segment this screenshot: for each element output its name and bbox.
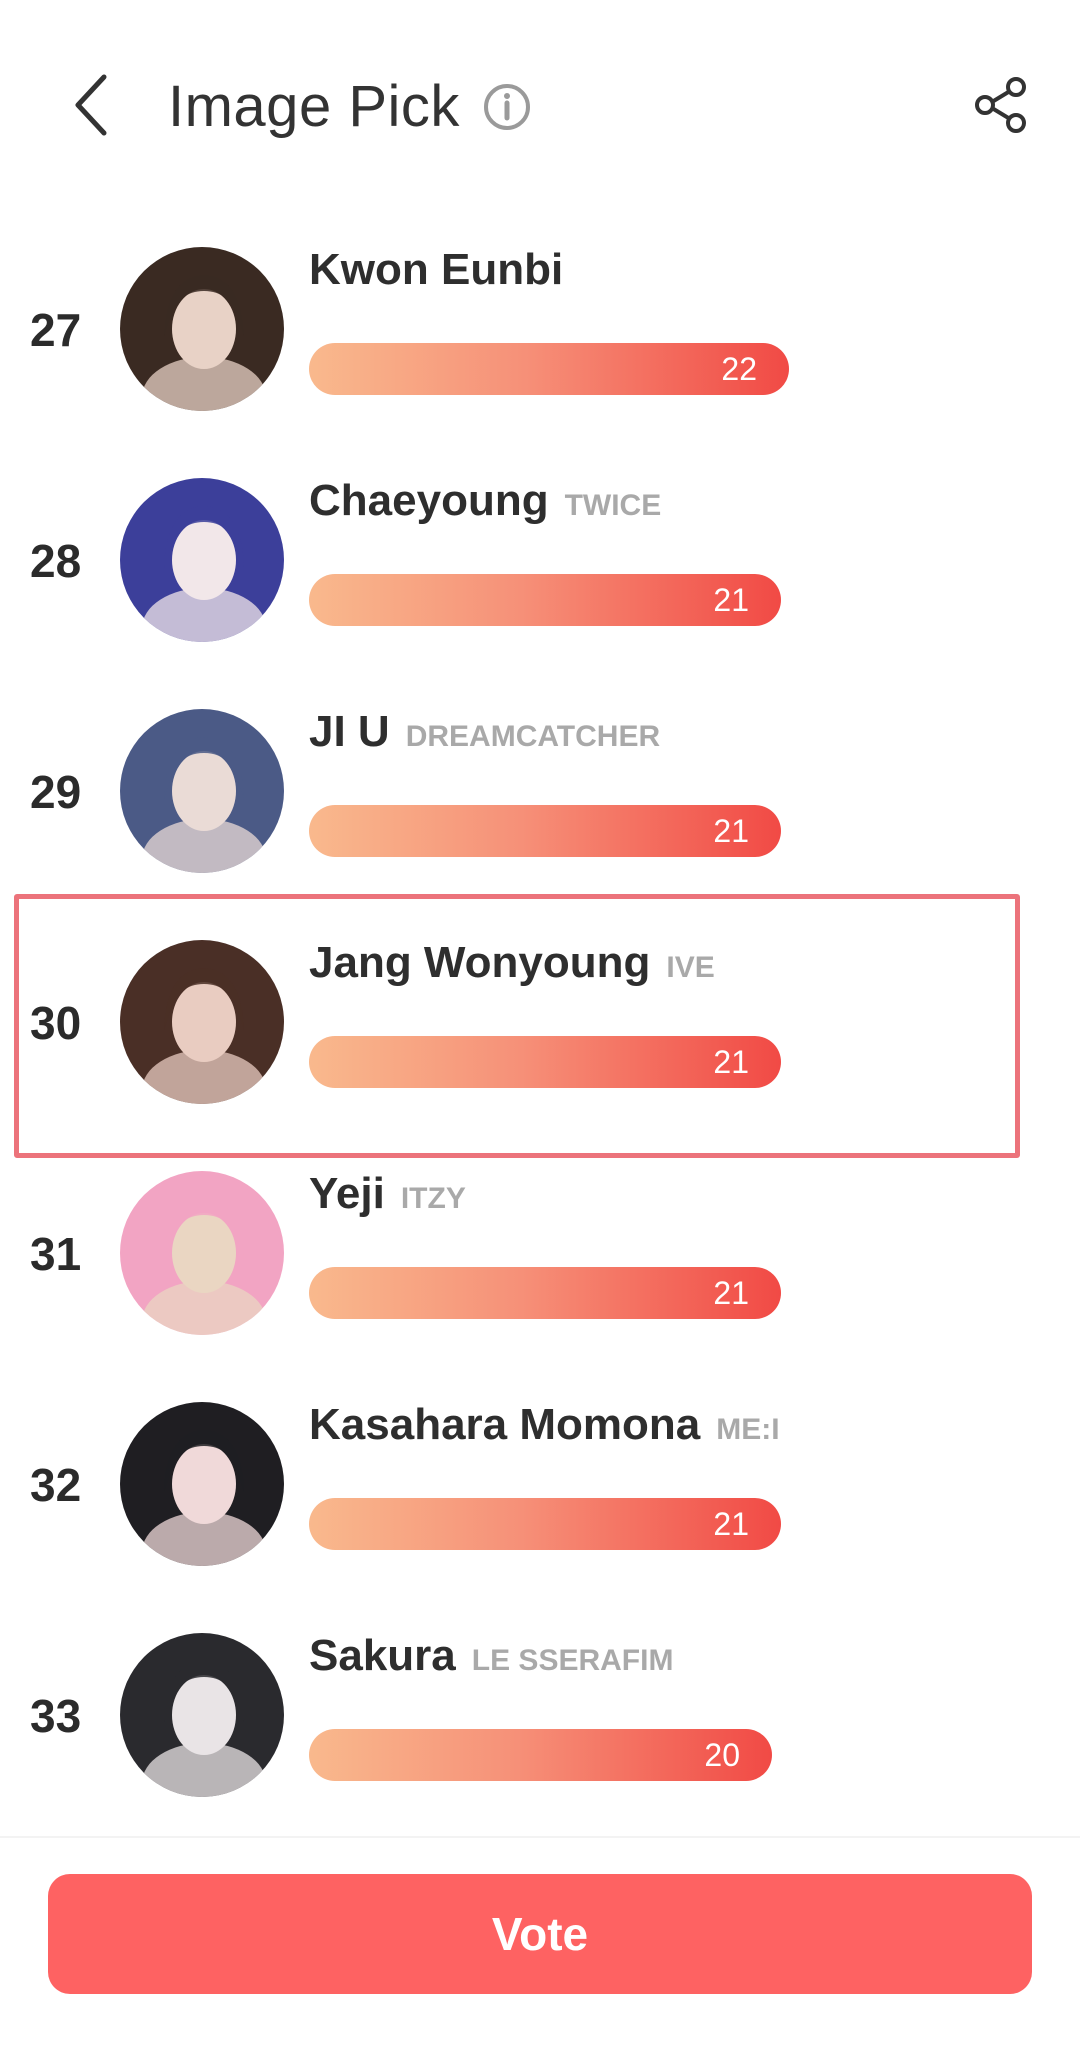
rank-number: 28 xyxy=(30,535,82,587)
vote-count: 21 xyxy=(713,1275,749,1311)
info-button[interactable] xyxy=(480,80,534,134)
footer-bar: Vote xyxy=(0,1836,1080,2050)
vote-bar-track: 22 xyxy=(309,343,789,395)
name-line: Kwon Eunbi xyxy=(309,245,563,311)
idol-name: Yeji xyxy=(309,1169,385,1218)
name-line: Yeji ITZY xyxy=(309,1169,466,1235)
vote-bar: 22 xyxy=(309,343,789,395)
group-name: IVE xyxy=(666,951,715,984)
chevron-left-icon xyxy=(75,74,107,136)
rank-number: 32 xyxy=(30,1459,82,1511)
ranking-row[interactable]: 32 Kasahara Momona ME:I 21 xyxy=(0,1370,1080,1601)
idol-name: Sakura xyxy=(309,1631,456,1680)
back-button[interactable] xyxy=(55,70,125,140)
rank-number: 29 xyxy=(30,766,82,818)
avatar[interactable] xyxy=(120,478,284,642)
avatar[interactable] xyxy=(120,1402,284,1566)
vote-bar-track: 20 xyxy=(309,1729,789,1781)
ranking-list: 27 Kwon Eunbi 22 28 Chaeyoung TWICE 21 29 JI U DR… xyxy=(0,215,1080,1835)
rank-number: 30 xyxy=(30,997,82,1049)
vote-bar: 21 xyxy=(309,1498,781,1550)
vote-count: 22 xyxy=(721,351,757,387)
avatar[interactable] xyxy=(120,247,284,411)
idol-name: Kwon Eunbi xyxy=(309,245,564,294)
ranking-row[interactable]: 33 Sakura LE SSERAFIM 20 xyxy=(0,1601,1080,1832)
vote-bar-track: 21 xyxy=(309,805,789,857)
group-name: LE SSERAFIM xyxy=(471,1644,674,1677)
avatar[interactable] xyxy=(120,1171,284,1335)
vote-button[interactable]: Vote xyxy=(48,1874,1032,1994)
share-icon xyxy=(975,77,1026,133)
name-line: Jang Wonyoung IVE xyxy=(309,938,715,1004)
idol-name: Chaeyoung xyxy=(309,476,549,525)
app-header: Image Pick xyxy=(0,0,1080,215)
idol-name: Kasahara Momona xyxy=(309,1400,701,1449)
share-button[interactable] xyxy=(968,72,1034,138)
vote-bar-track: 21 xyxy=(309,1267,789,1319)
avatar[interactable] xyxy=(120,1633,284,1797)
vote-bar-track: 21 xyxy=(309,1498,789,1550)
ranking-row[interactable]: 31 Yeji ITZY 21 xyxy=(0,1139,1080,1370)
name-line: Kasahara Momona ME:I xyxy=(309,1400,780,1466)
group-name: TWICE xyxy=(564,489,662,522)
rank-number: 27 xyxy=(30,304,82,356)
name-line: Sakura LE SSERAFIM xyxy=(309,1631,673,1697)
page-title: Image Pick xyxy=(168,74,460,139)
group-name: ITZY xyxy=(400,1182,466,1215)
group-name: ME:I xyxy=(716,1413,780,1446)
info-circle-icon xyxy=(484,84,530,130)
ranking-row[interactable]: 27 Kwon Eunbi 22 xyxy=(0,215,1080,446)
vote-count: 20 xyxy=(704,1737,740,1773)
avatar[interactable] xyxy=(120,709,284,873)
vote-bar: 21 xyxy=(309,574,781,626)
avatar[interactable] xyxy=(120,940,284,1104)
vote-bar: 21 xyxy=(309,805,781,857)
vote-bar-track: 21 xyxy=(309,574,789,626)
name-line: Chaeyoung TWICE xyxy=(309,476,661,542)
ranking-row[interactable]: 28 Chaeyoung TWICE 21 xyxy=(0,446,1080,677)
vote-count: 21 xyxy=(713,813,749,849)
vote-count: 21 xyxy=(713,1506,749,1542)
idol-name: JI U xyxy=(309,707,390,756)
name-line: JI U DREAMCATCHER xyxy=(309,707,660,773)
vote-bar: 20 xyxy=(309,1729,772,1781)
idol-name: Jang Wonyoung xyxy=(309,938,651,987)
vote-bar: 21 xyxy=(309,1036,781,1088)
vote-count: 21 xyxy=(713,582,749,618)
vote-bar-track: 21 xyxy=(309,1036,789,1088)
ranking-row[interactable]: 29 JI U DREAMCATCHER 21 xyxy=(0,677,1080,908)
vote-bar: 21 xyxy=(309,1267,781,1319)
vote-count: 21 xyxy=(713,1044,749,1080)
rank-number: 31 xyxy=(30,1228,82,1280)
group-name: DREAMCATCHER xyxy=(405,720,661,753)
ranking-row[interactable]: 30 Jang Wonyoung IVE 21 xyxy=(0,908,1080,1139)
rank-number: 33 xyxy=(30,1690,82,1742)
